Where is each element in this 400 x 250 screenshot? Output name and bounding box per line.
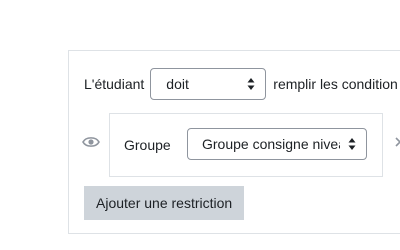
group-select-value: Groupe consigne nivea	[202, 136, 340, 152]
restriction-header-row: L'étudiant doit remplir les condition	[84, 67, 398, 101]
must-select-value: doit	[166, 76, 189, 92]
condition-type-label: Groupe	[124, 137, 171, 153]
select-arrows-icon	[247, 78, 255, 90]
must-select[interactable]: doit	[150, 68, 267, 100]
add-restriction-button[interactable]: Ajouter une restriction	[84, 186, 245, 220]
select-arrows-icon	[348, 138, 356, 150]
restriction-panel: L'étudiant doit remplir les condition Gr…	[68, 50, 400, 234]
student-label: L'étudiant	[84, 76, 145, 92]
eye-icon[interactable]	[82, 135, 100, 149]
conditions-text: remplir les condition	[273, 76, 398, 92]
group-condition: Groupe Groupe consigne nivea	[109, 113, 383, 177]
group-select[interactable]: Groupe consigne nivea	[187, 128, 367, 160]
close-icon[interactable]	[395, 136, 400, 148]
